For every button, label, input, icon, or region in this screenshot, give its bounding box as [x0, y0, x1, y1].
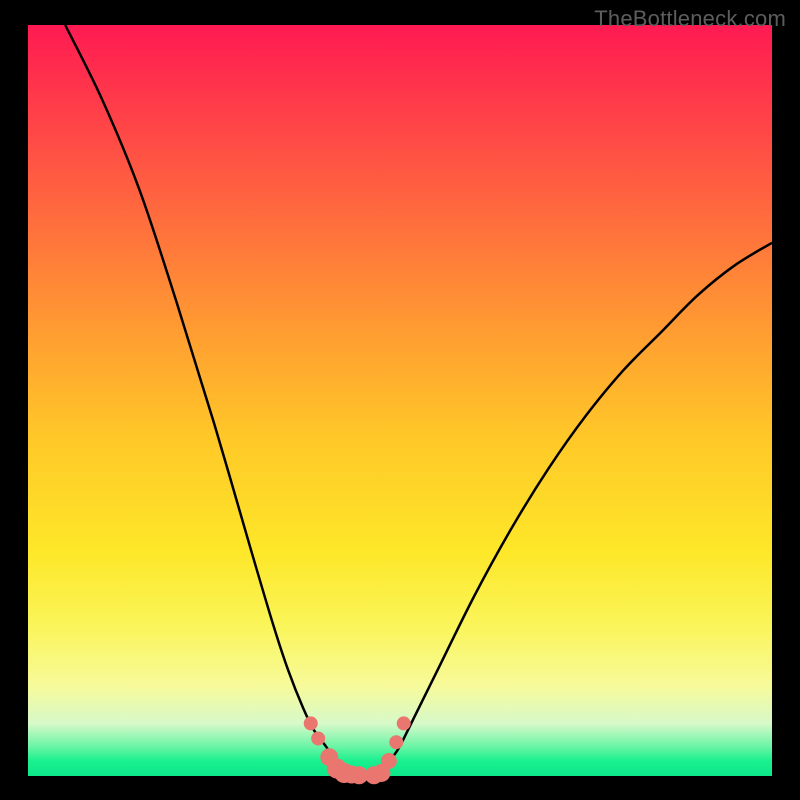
right-branch-curve — [378, 243, 772, 775]
marker-dot — [397, 716, 411, 730]
watermark-text: TheBottleneck.com — [594, 6, 786, 32]
marker-dot — [381, 753, 397, 769]
marker-dot — [304, 716, 318, 730]
left-branch-curve — [65, 25, 355, 774]
marker-dots — [304, 716, 411, 784]
marker-dot — [389, 735, 403, 749]
chart-overlay — [0, 0, 800, 800]
marker-dot — [311, 731, 325, 745]
